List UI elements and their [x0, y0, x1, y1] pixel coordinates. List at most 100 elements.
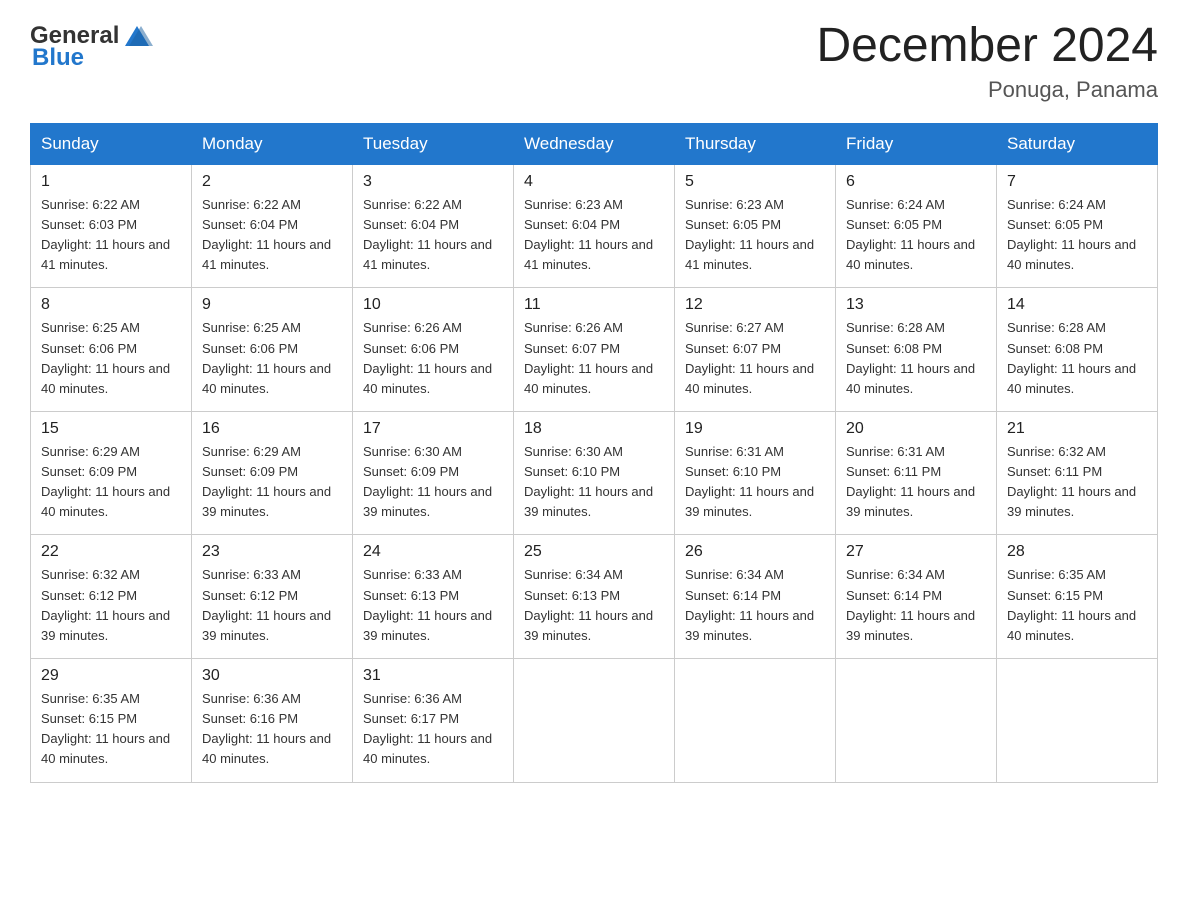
- day-number: 9: [202, 296, 342, 314]
- day-number: 2: [202, 173, 342, 191]
- logo-blue-text: Blue: [32, 44, 84, 72]
- day-info: Sunrise: 6:22 AMSunset: 6:04 PMDaylight:…: [363, 197, 492, 272]
- calendar-cell: [997, 659, 1158, 783]
- day-number: 4: [524, 173, 664, 191]
- day-number: 25: [524, 543, 664, 561]
- calendar-cell: 28 Sunrise: 6:35 AMSunset: 6:15 PMDaylig…: [997, 535, 1158, 659]
- weekday-header-thursday: Thursday: [675, 123, 836, 164]
- day-info: Sunrise: 6:30 AMSunset: 6:09 PMDaylight:…: [363, 444, 492, 519]
- calendar-cell: 2 Sunrise: 6:22 AMSunset: 6:04 PMDayligh…: [192, 164, 353, 288]
- calendar-week-row: 8 Sunrise: 6:25 AMSunset: 6:06 PMDayligh…: [31, 288, 1158, 412]
- calendar-cell: [836, 659, 997, 783]
- day-info: Sunrise: 6:26 AMSunset: 6:06 PMDaylight:…: [363, 320, 492, 395]
- calendar-cell: 31 Sunrise: 6:36 AMSunset: 6:17 PMDaylig…: [353, 659, 514, 783]
- calendar-cell: 14 Sunrise: 6:28 AMSunset: 6:08 PMDaylig…: [997, 288, 1158, 412]
- day-number: 3: [363, 173, 503, 191]
- calendar-cell: 24 Sunrise: 6:33 AMSunset: 6:13 PMDaylig…: [353, 535, 514, 659]
- day-info: Sunrise: 6:31 AMSunset: 6:11 PMDaylight:…: [846, 444, 975, 519]
- calendar-table: SundayMondayTuesdayWednesdayThursdayFrid…: [30, 123, 1158, 783]
- calendar-week-row: 29 Sunrise: 6:35 AMSunset: 6:15 PMDaylig…: [31, 659, 1158, 783]
- calendar-week-row: 1 Sunrise: 6:22 AMSunset: 6:03 PMDayligh…: [31, 164, 1158, 288]
- calendar-cell: 3 Sunrise: 6:22 AMSunset: 6:04 PMDayligh…: [353, 164, 514, 288]
- day-info: Sunrise: 6:35 AMSunset: 6:15 PMDaylight:…: [41, 691, 170, 766]
- weekday-header-sunday: Sunday: [31, 123, 192, 164]
- day-number: 1: [41, 173, 181, 191]
- calendar-cell: [675, 659, 836, 783]
- calendar-cell: 22 Sunrise: 6:32 AMSunset: 6:12 PMDaylig…: [31, 535, 192, 659]
- calendar-title: December 2024: [816, 20, 1158, 73]
- day-info: Sunrise: 6:34 AMSunset: 6:13 PMDaylight:…: [524, 567, 653, 642]
- calendar-cell: 17 Sunrise: 6:30 AMSunset: 6:09 PMDaylig…: [353, 411, 514, 535]
- calendar-cell: 15 Sunrise: 6:29 AMSunset: 6:09 PMDaylig…: [31, 411, 192, 535]
- weekday-header-tuesday: Tuesday: [353, 123, 514, 164]
- day-info: Sunrise: 6:34 AMSunset: 6:14 PMDaylight:…: [685, 567, 814, 642]
- calendar-cell: 10 Sunrise: 6:26 AMSunset: 6:06 PMDaylig…: [353, 288, 514, 412]
- day-info: Sunrise: 6:31 AMSunset: 6:10 PMDaylight:…: [685, 444, 814, 519]
- day-info: Sunrise: 6:24 AMSunset: 6:05 PMDaylight:…: [846, 197, 975, 272]
- day-number: 16: [202, 420, 342, 438]
- calendar-cell: [514, 659, 675, 783]
- day-info: Sunrise: 6:33 AMSunset: 6:12 PMDaylight:…: [202, 567, 331, 642]
- day-info: Sunrise: 6:30 AMSunset: 6:10 PMDaylight:…: [524, 444, 653, 519]
- day-number: 5: [685, 173, 825, 191]
- day-number: 20: [846, 420, 986, 438]
- calendar-cell: 16 Sunrise: 6:29 AMSunset: 6:09 PMDaylig…: [192, 411, 353, 535]
- calendar-cell: 18 Sunrise: 6:30 AMSunset: 6:10 PMDaylig…: [514, 411, 675, 535]
- calendar-cell: 20 Sunrise: 6:31 AMSunset: 6:11 PMDaylig…: [836, 411, 997, 535]
- day-number: 19: [685, 420, 825, 438]
- day-info: Sunrise: 6:28 AMSunset: 6:08 PMDaylight:…: [1007, 320, 1136, 395]
- calendar-cell: 1 Sunrise: 6:22 AMSunset: 6:03 PMDayligh…: [31, 164, 192, 288]
- day-number: 29: [41, 667, 181, 685]
- day-info: Sunrise: 6:22 AMSunset: 6:03 PMDaylight:…: [41, 197, 170, 272]
- day-number: 18: [524, 420, 664, 438]
- day-info: Sunrise: 6:27 AMSunset: 6:07 PMDaylight:…: [685, 320, 814, 395]
- day-number: 6: [846, 173, 986, 191]
- calendar-cell: 21 Sunrise: 6:32 AMSunset: 6:11 PMDaylig…: [997, 411, 1158, 535]
- day-info: Sunrise: 6:29 AMSunset: 6:09 PMDaylight:…: [41, 444, 170, 519]
- day-number: 7: [1007, 173, 1147, 191]
- day-number: 28: [1007, 543, 1147, 561]
- calendar-week-row: 15 Sunrise: 6:29 AMSunset: 6:09 PMDaylig…: [31, 411, 1158, 535]
- day-info: Sunrise: 6:33 AMSunset: 6:13 PMDaylight:…: [363, 567, 492, 642]
- day-info: Sunrise: 6:25 AMSunset: 6:06 PMDaylight:…: [202, 320, 331, 395]
- day-number: 14: [1007, 296, 1147, 314]
- day-number: 12: [685, 296, 825, 314]
- day-number: 22: [41, 543, 181, 561]
- calendar-cell: 11 Sunrise: 6:26 AMSunset: 6:07 PMDaylig…: [514, 288, 675, 412]
- calendar-cell: 9 Sunrise: 6:25 AMSunset: 6:06 PMDayligh…: [192, 288, 353, 412]
- calendar-cell: 5 Sunrise: 6:23 AMSunset: 6:05 PMDayligh…: [675, 164, 836, 288]
- day-info: Sunrise: 6:23 AMSunset: 6:04 PMDaylight:…: [524, 197, 653, 272]
- calendar-cell: 23 Sunrise: 6:33 AMSunset: 6:12 PMDaylig…: [192, 535, 353, 659]
- day-info: Sunrise: 6:32 AMSunset: 6:12 PMDaylight:…: [41, 567, 170, 642]
- day-info: Sunrise: 6:23 AMSunset: 6:05 PMDaylight:…: [685, 197, 814, 272]
- day-number: 21: [1007, 420, 1147, 438]
- day-info: Sunrise: 6:26 AMSunset: 6:07 PMDaylight:…: [524, 320, 653, 395]
- day-number: 10: [363, 296, 503, 314]
- calendar-cell: 6 Sunrise: 6:24 AMSunset: 6:05 PMDayligh…: [836, 164, 997, 288]
- calendar-cell: 25 Sunrise: 6:34 AMSunset: 6:13 PMDaylig…: [514, 535, 675, 659]
- day-number: 30: [202, 667, 342, 685]
- day-number: 11: [524, 296, 664, 314]
- day-info: Sunrise: 6:28 AMSunset: 6:08 PMDaylight:…: [846, 320, 975, 395]
- calendar-cell: 26 Sunrise: 6:34 AMSunset: 6:14 PMDaylig…: [675, 535, 836, 659]
- day-info: Sunrise: 6:35 AMSunset: 6:15 PMDaylight:…: [1007, 567, 1136, 642]
- logo-icon: [121, 20, 153, 52]
- day-number: 31: [363, 667, 503, 685]
- day-number: 24: [363, 543, 503, 561]
- day-number: 26: [685, 543, 825, 561]
- weekday-header-wednesday: Wednesday: [514, 123, 675, 164]
- calendar-cell: 19 Sunrise: 6:31 AMSunset: 6:10 PMDaylig…: [675, 411, 836, 535]
- calendar-week-row: 22 Sunrise: 6:32 AMSunset: 6:12 PMDaylig…: [31, 535, 1158, 659]
- calendar-subtitle: Ponuga, Panama: [816, 77, 1158, 103]
- day-info: Sunrise: 6:29 AMSunset: 6:09 PMDaylight:…: [202, 444, 331, 519]
- day-info: Sunrise: 6:34 AMSunset: 6:14 PMDaylight:…: [846, 567, 975, 642]
- day-info: Sunrise: 6:32 AMSunset: 6:11 PMDaylight:…: [1007, 444, 1136, 519]
- day-number: 8: [41, 296, 181, 314]
- weekday-header-row: SundayMondayTuesdayWednesdayThursdayFrid…: [31, 123, 1158, 164]
- page-header: General Blue December 2024 Ponuga, Panam…: [30, 20, 1158, 103]
- calendar-cell: 27 Sunrise: 6:34 AMSunset: 6:14 PMDaylig…: [836, 535, 997, 659]
- day-number: 15: [41, 420, 181, 438]
- calendar-cell: 29 Sunrise: 6:35 AMSunset: 6:15 PMDaylig…: [31, 659, 192, 783]
- day-info: Sunrise: 6:25 AMSunset: 6:06 PMDaylight:…: [41, 320, 170, 395]
- calendar-cell: 30 Sunrise: 6:36 AMSunset: 6:16 PMDaylig…: [192, 659, 353, 783]
